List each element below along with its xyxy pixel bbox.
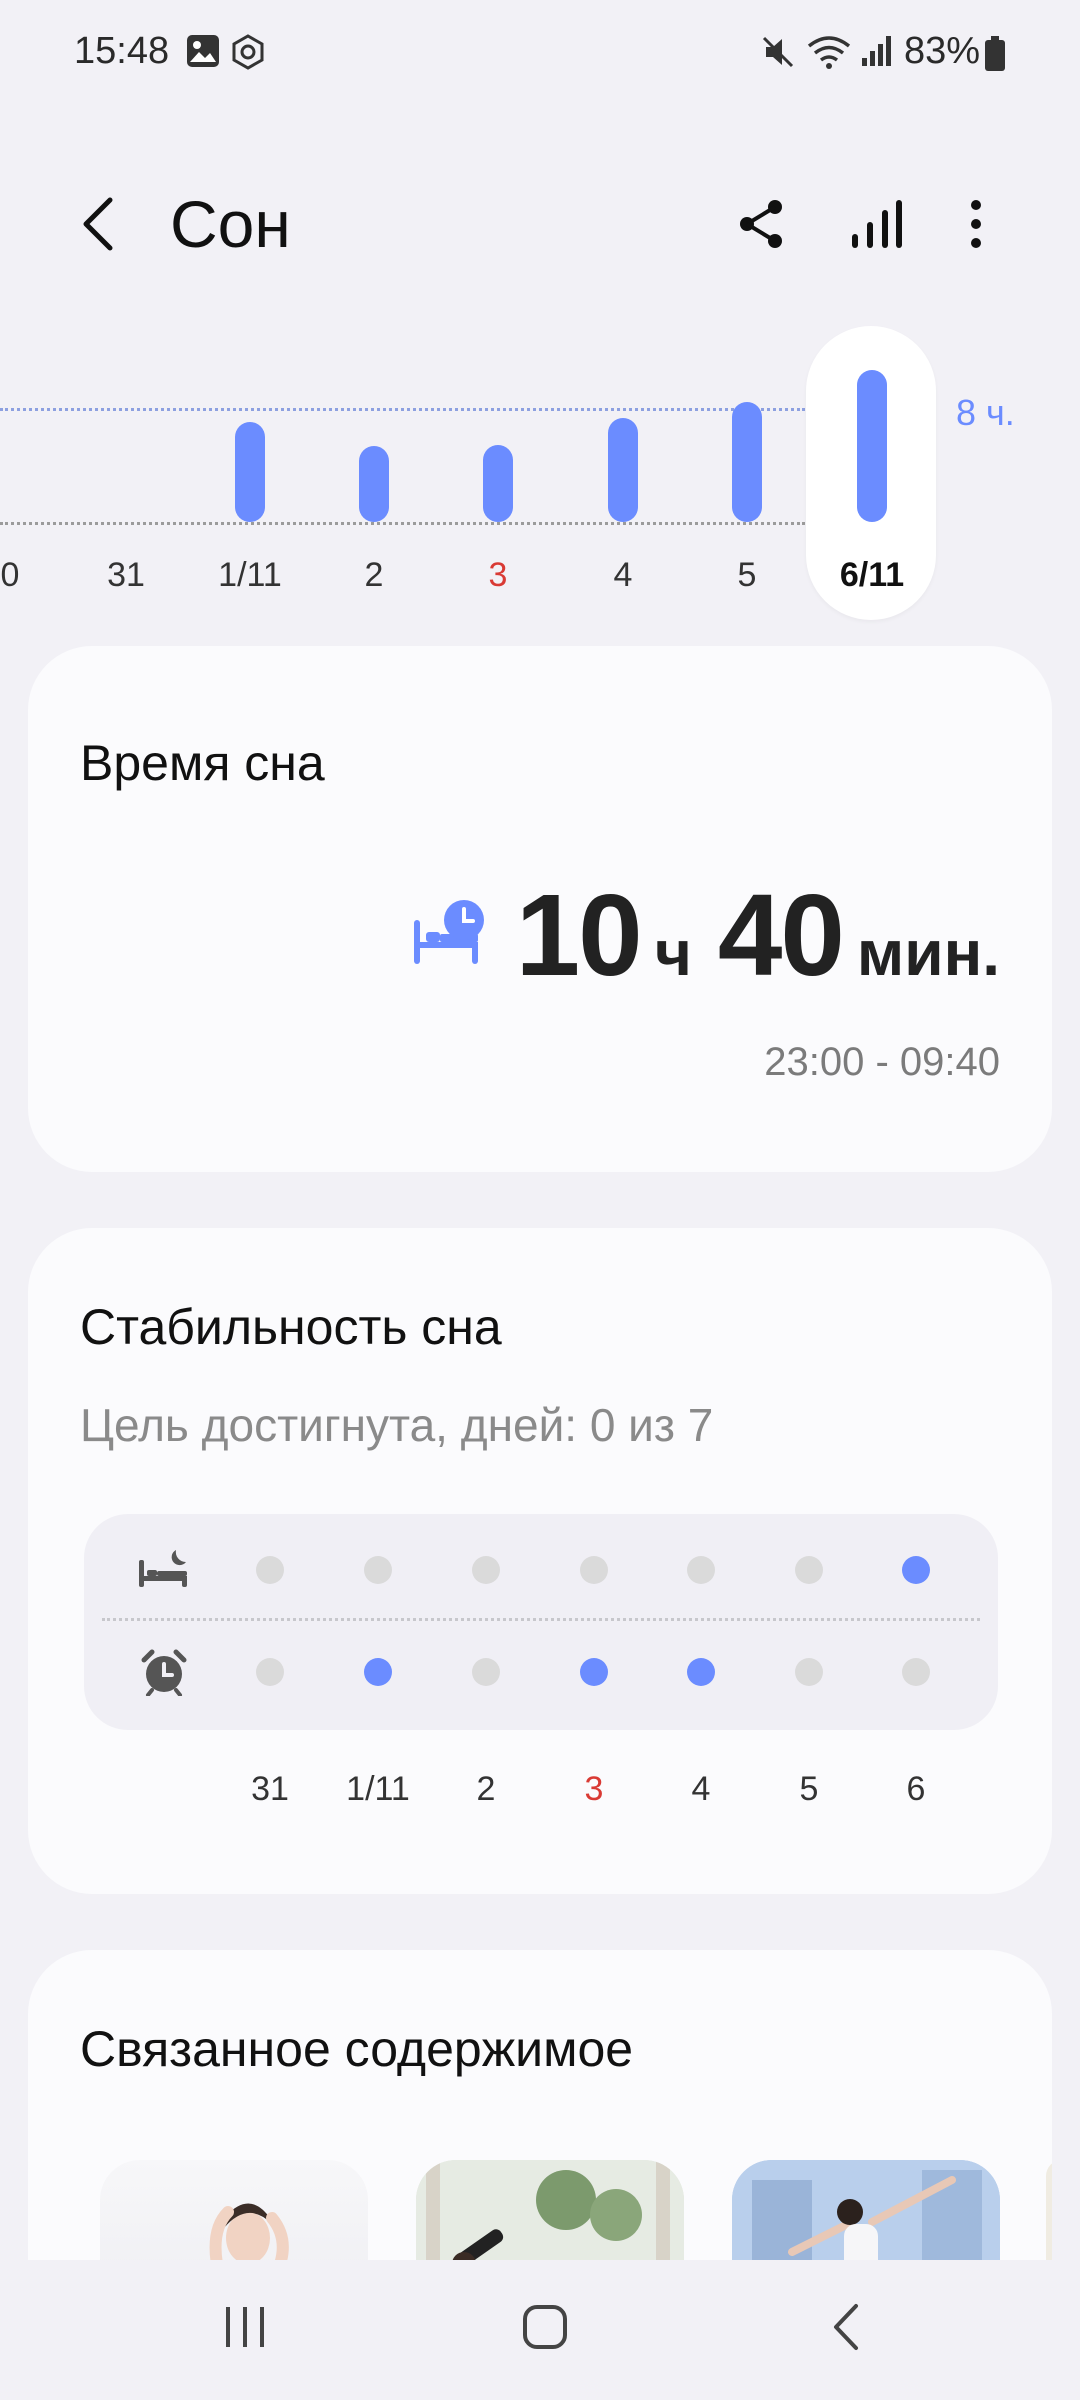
wifi-icon — [806, 34, 852, 75]
workout-thumbnail[interactable] — [416, 2160, 684, 2262]
consistency-day-label: 3 — [584, 1770, 604, 1808]
consistency-day-label: 6 — [906, 1770, 926, 1808]
more-vertical-icon — [970, 199, 982, 254]
sleep-time-title: Время сна — [80, 735, 325, 791]
bedtime-dot — [364, 1556, 392, 1584]
chart-bar[interactable] — [857, 370, 887, 522]
consistency-day-label: 5 — [799, 1770, 819, 1808]
sleep-time-card[interactable]: Время сна 10 ч 40 мин. 23:00 - 09:40 — [28, 646, 1052, 1172]
consistency-day-label: 1/11 — [346, 1770, 410, 1808]
wakeup-dot — [580, 1658, 608, 1686]
duration-hours-unit: ч — [654, 917, 692, 989]
sync-icon — [230, 34, 266, 75]
chart-day-label[interactable]: 5 — [697, 556, 797, 595]
goal-line — [0, 408, 805, 411]
bedtime-dot — [580, 1556, 608, 1584]
consistency-subtitle: Цель достигнута, дней: 0 из 7 — [80, 1399, 714, 1451]
chart-bar[interactable] — [483, 445, 513, 522]
chart-day-label[interactable]: 31 — [76, 556, 176, 595]
bedtime-dot — [472, 1556, 500, 1584]
grid-divider — [102, 1618, 980, 1621]
wakeup-dot — [364, 1658, 392, 1686]
chart-bar[interactable] — [359, 446, 389, 522]
bedtime-dot — [795, 1556, 823, 1584]
more-options-button[interactable] — [936, 186, 1016, 266]
chart-day-label[interactable]: 6/11 — [822, 556, 922, 595]
consistency-day-label: 4 — [691, 1770, 711, 1808]
alarm-clock-icon — [140, 1648, 188, 1701]
duration-minutes: 40 — [717, 870, 845, 1000]
back-icon — [830, 2302, 860, 2357]
duration-minutes-unit: мин. — [856, 917, 1000, 989]
home-button[interactable] — [500, 2294, 590, 2364]
signal-icon — [860, 34, 894, 73]
wakeup-dot — [902, 1658, 930, 1686]
system-nav-bar — [0, 2260, 1080, 2400]
bed-clock-icon — [412, 898, 486, 973]
chart-baseline — [0, 522, 805, 525]
chart-day-label[interactable]: 1/11 — [200, 556, 300, 595]
chart-day-label[interactable]: 4 — [573, 556, 673, 595]
share-button[interactable] — [722, 186, 802, 266]
duration-hours: 10 — [515, 870, 643, 1000]
related-title: Связанное содержимое — [80, 2021, 634, 2077]
wakeup-dot — [472, 1658, 500, 1686]
back-button[interactable] — [58, 186, 138, 266]
consistency-day-label: 31 — [251, 1770, 289, 1808]
status-time: 15:48 — [74, 30, 170, 72]
chart-day-label[interactable]: 3 — [448, 556, 548, 595]
consistency-title: Стабильность сна — [80, 1299, 502, 1355]
consistency-day-label: 2 — [476, 1770, 496, 1808]
sleep-consistency-card[interactable]: Стабильность сна Цель достигнута, дней: … — [28, 1228, 1052, 1894]
wakeup-dot — [795, 1658, 823, 1686]
chart-bar[interactable] — [732, 402, 762, 522]
chevron-left-icon — [78, 194, 118, 259]
mute-icon — [760, 34, 796, 75]
sleep-duration: 10 ч 40 мин. — [412, 868, 1000, 1002]
battery-percent: 83% — [903, 30, 980, 72]
sleep-time-range: 23:00 - 09:40 — [764, 1040, 1000, 1084]
bedtime-dot — [902, 1556, 930, 1584]
bedtime-icon — [138, 1548, 188, 1593]
nav-back-button[interactable] — [800, 2294, 890, 2364]
recents-icon — [222, 2305, 268, 2354]
wakeup-dot — [256, 1658, 284, 1686]
chart-day-label[interactable]: 2 — [324, 556, 424, 595]
trends-button[interactable] — [836, 186, 916, 266]
goal-label: 8 ч. — [956, 392, 1015, 433]
bedtime-dot — [256, 1556, 284, 1584]
wakeup-dot — [687, 1658, 715, 1686]
chart-icon — [850, 198, 902, 255]
yoga-thumbnail[interactable] — [732, 2160, 1000, 2262]
related-content-card[interactable]: Связанное содержимое — [28, 1950, 1052, 2262]
next-thumbnail-peek — [1046, 2160, 1052, 2262]
page-title: Сон — [170, 187, 291, 261]
gallery-icon — [186, 34, 220, 73]
battery-icon — [984, 36, 1006, 77]
home-icon — [521, 2303, 569, 2356]
recents-button[interactable] — [200, 2294, 290, 2364]
consistency-grid — [84, 1514, 998, 1730]
bedtime-dot — [687, 1556, 715, 1584]
chart-bar[interactable] — [608, 418, 638, 522]
chart-bar[interactable] — [235, 422, 265, 522]
share-icon — [737, 198, 787, 255]
stretching-thumbnail[interactable] — [100, 2160, 368, 2262]
chart-day-label[interactable]: 0 — [0, 556, 60, 595]
